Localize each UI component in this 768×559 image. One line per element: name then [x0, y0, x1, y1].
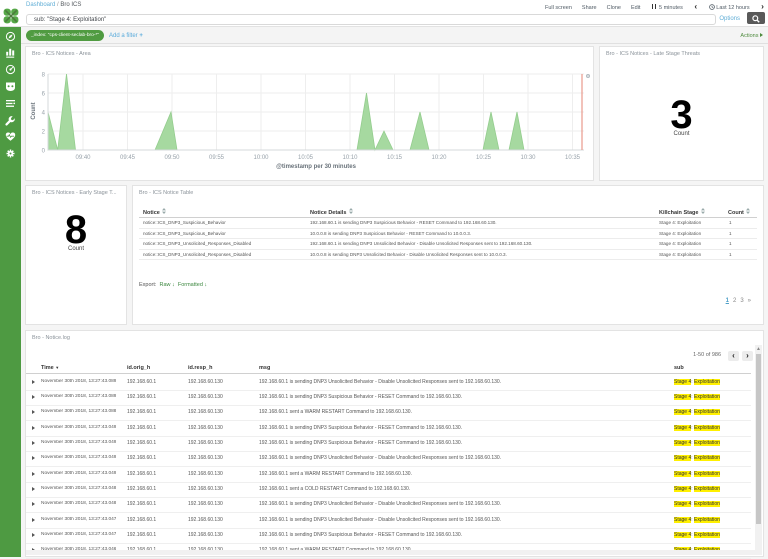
svg-text:10:30: 10:30 — [520, 155, 536, 161]
svg-text:@timestamp per 30 minutes: @timestamp per 30 minutes — [276, 164, 357, 170]
svg-text:10:20: 10:20 — [431, 155, 447, 161]
svg-text:10:05: 10:05 — [298, 155, 314, 161]
svg-text:10:00: 10:00 — [253, 155, 269, 161]
svg-text:8: 8 — [42, 73, 46, 79]
svg-text:10:35: 10:35 — [565, 155, 581, 161]
svg-text:10:10: 10:10 — [342, 155, 358, 161]
svg-text:10:15: 10:15 — [387, 155, 403, 161]
svg-text:09:45: 09:45 — [120, 155, 136, 161]
svg-text:Count: Count — [31, 102, 37, 119]
svg-text:10:25: 10:25 — [476, 155, 492, 161]
svg-text:09:40: 09:40 — [75, 155, 91, 161]
svg-text:0: 0 — [42, 149, 46, 155]
svg-text:4: 4 — [42, 111, 46, 117]
svg-text:2: 2 — [42, 130, 46, 136]
svg-text:6: 6 — [42, 92, 46, 98]
svg-text:09:55: 09:55 — [209, 155, 225, 161]
svg-text:09:50: 09:50 — [164, 155, 180, 161]
